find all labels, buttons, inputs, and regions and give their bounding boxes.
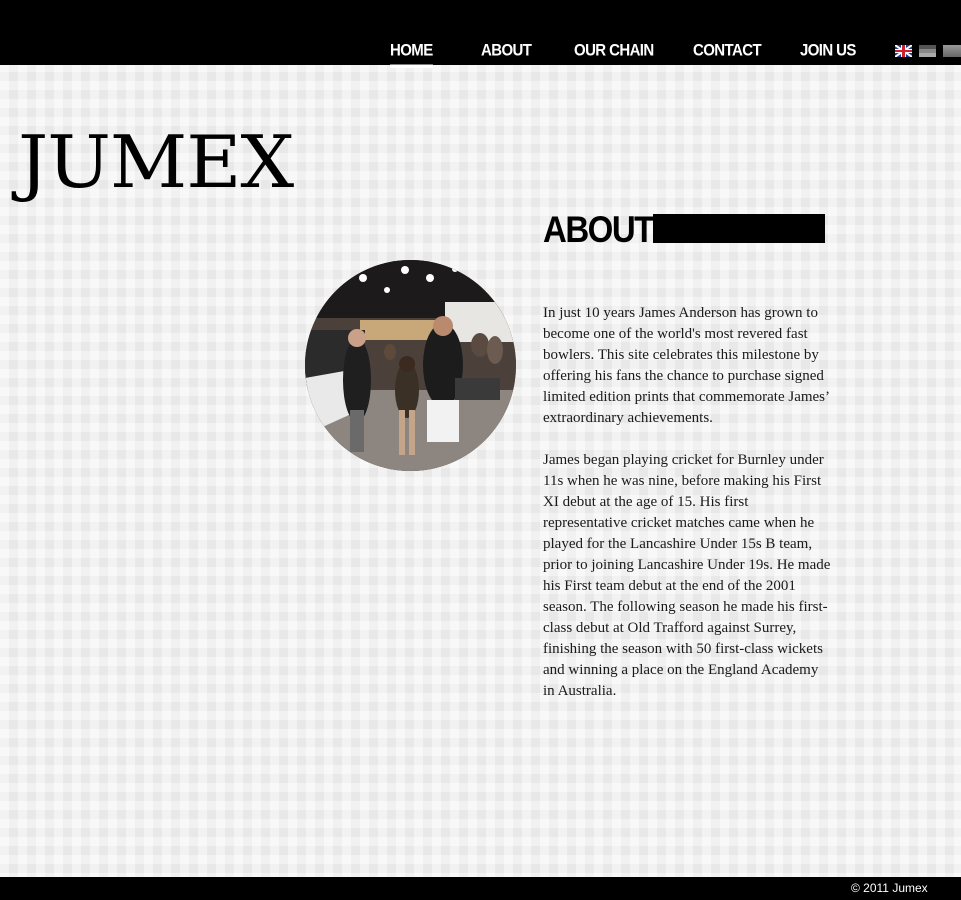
- nav-link-home[interactable]: HOME: [390, 41, 433, 68]
- top-navigation-bar: HOME ABOUT OUR CHAIN CONTACT JOIN US: [0, 0, 961, 68]
- about-content: In just 10 years James Anderson has grow…: [543, 303, 833, 723]
- site-logo[interactable]: JUMEX: [18, 122, 294, 202]
- german-flag-icon[interactable]: [919, 45, 936, 57]
- nav-link-our-chain[interactable]: OUR CHAIN: [574, 41, 654, 61]
- nav-link-contact[interactable]: CONTACT: [693, 41, 762, 61]
- about-paragraph-2: James began playing cricket for Burnley …: [543, 452, 831, 699]
- heading-decorative-bar: [653, 214, 825, 243]
- about-heading: ABOUT: [543, 208, 654, 250]
- nav-link-about[interactable]: ABOUT: [481, 41, 532, 61]
- uk-flag-icon[interactable]: [895, 45, 912, 57]
- store-photo: [305, 260, 516, 471]
- language-flag-icon[interactable]: [943, 45, 961, 57]
- about-paragraph-1: In just 10 years James Anderson has grow…: [543, 305, 829, 426]
- copyright-text: © 2011 Jumex: [851, 881, 928, 895]
- footer-bar: [0, 877, 961, 900]
- nav-link-join-us[interactable]: JOIN US: [800, 41, 856, 61]
